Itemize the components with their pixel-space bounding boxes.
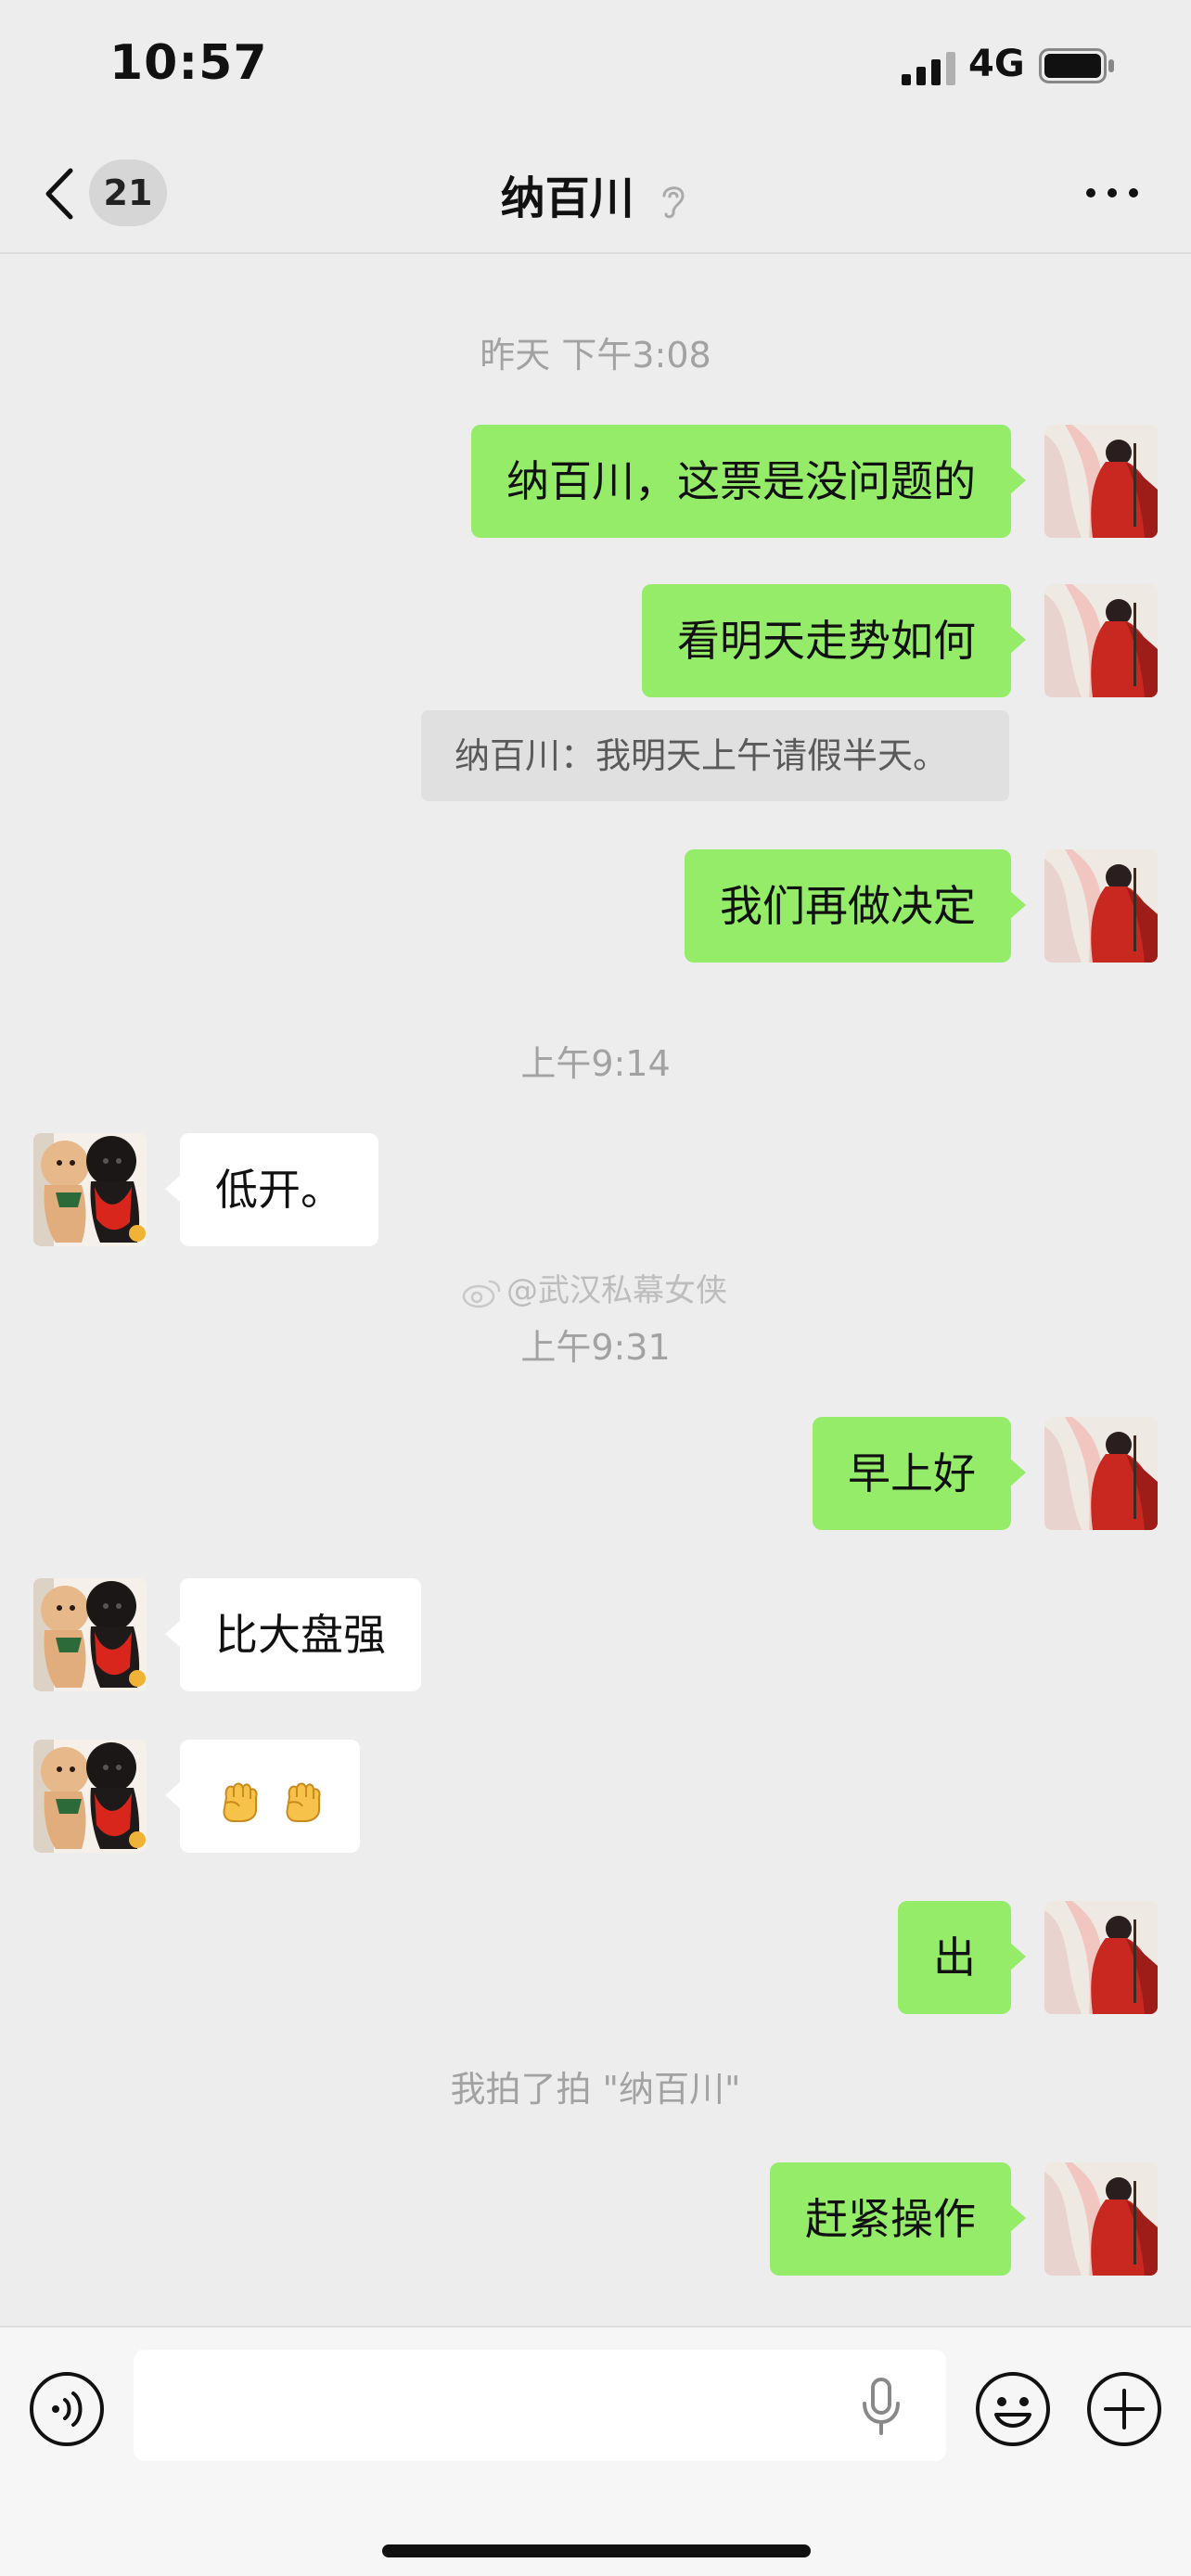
outgoing-message-bubble[interactable]: 出 <box>898 1901 1026 2014</box>
pat-system-message: 我拍了拍 "纳百川" <box>450 2069 741 2110</box>
weibo-logo-icon <box>462 1280 501 1307</box>
mute-ear-icon <box>662 186 685 219</box>
status-time: 10:57 <box>109 35 268 91</box>
incoming-message-bubble[interactable]: 比大盘强 <box>165 1578 421 1691</box>
outgoing-message-bubble[interactable]: 纳百川，这票是没问题的 <box>471 425 1026 538</box>
timestamp: 昨天 下午3:08 <box>480 335 711 376</box>
battery-icon <box>1039 48 1114 83</box>
outgoing-message-bubble[interactable]: 早上好 <box>813 1417 1026 1530</box>
self-avatar[interactable] <box>1044 584 1158 697</box>
contact-avatar[interactable] <box>33 1133 147 1246</box>
quoted-message[interactable]: 纳百川：我明天上午请假半天。 <box>421 710 1009 801</box>
microphone-icon[interactable] <box>861 2378 902 2435</box>
incoming-message-bubble[interactable]: 低开。 <box>165 1133 378 1246</box>
contact-avatar[interactable] <box>33 1740 147 1853</box>
voice-icon[interactable] <box>28 2370 106 2448</box>
contact-avatar[interactable] <box>33 1578 147 1691</box>
self-avatar[interactable] <box>1044 1417 1158 1530</box>
self-avatar[interactable] <box>1044 2162 1158 2276</box>
chat-title-container: 纳百川 <box>0 161 1191 226</box>
outgoing-message-bubble[interactable]: 看明天走势如何 <box>642 584 1026 697</box>
self-avatar[interactable] <box>1044 1901 1158 2014</box>
chat-header: 21 纳百川 <box>0 139 1191 254</box>
watermark-text: @武汉私幕女侠 <box>506 1272 727 1309</box>
input-bar <box>0 2326 1191 2576</box>
plus-icon[interactable] <box>1085 2370 1163 2448</box>
chat-title: 纳百川 <box>500 172 634 224</box>
emoji-icon[interactable] <box>974 2370 1052 2448</box>
timestamp: 上午9:14 <box>520 1043 671 1084</box>
timestamp: 上午9:31 <box>520 1327 671 1368</box>
raised-fist-emoji <box>278 1777 325 1823</box>
network-type: 4G <box>968 43 1025 85</box>
watermark: @武汉私幕女侠 <box>460 1265 727 1310</box>
message-input[interactable] <box>134 2350 946 2461</box>
raised-fist-emoji <box>215 1777 262 1823</box>
self-avatar[interactable] <box>1044 425 1158 538</box>
cellular-signal-icon <box>902 52 955 85</box>
home-indicator <box>382 2544 811 2557</box>
self-avatar[interactable] <box>1044 849 1158 963</box>
incoming-emoji-message[interactable] <box>165 1740 360 1853</box>
more-icon[interactable] <box>1083 174 1141 211</box>
outgoing-message-bubble[interactable]: 我们再做决定 <box>685 849 1026 963</box>
outgoing-message-bubble[interactable]: 赶紧操作 <box>770 2162 1026 2276</box>
status-bar: 10:57 4G <box>0 0 1191 139</box>
